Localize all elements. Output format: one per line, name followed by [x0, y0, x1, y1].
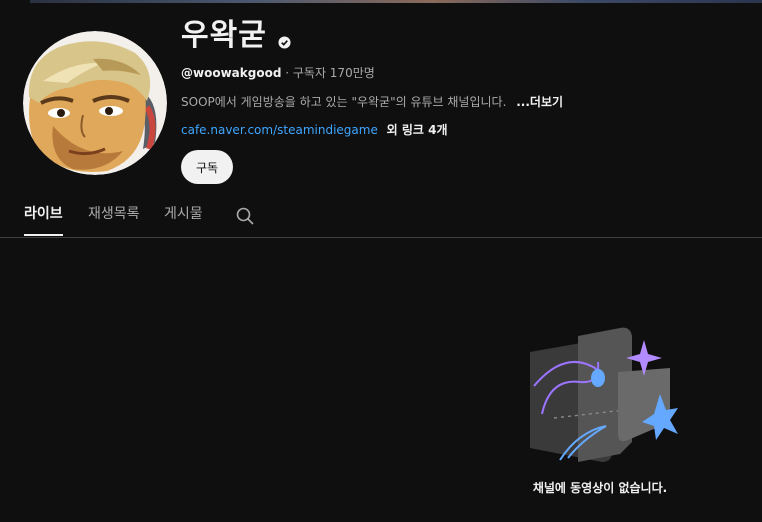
verified-check-icon: [278, 36, 291, 49]
tab-live[interactable]: 라이브: [24, 195, 63, 236]
channel-name: 우왁굳: [181, 18, 267, 53]
channel-tabs: 라이브 재생목록 게시물: [0, 195, 762, 238]
channel-avatar[interactable]: [23, 31, 167, 175]
more-link[interactable]: ...더보기: [516, 95, 563, 109]
subscribe-button[interactable]: 구독: [181, 150, 233, 184]
tab-playlists[interactable]: 재생목록: [88, 195, 140, 236]
channel-banner: [30, 0, 762, 3]
empty-channel-illustration: [530, 327, 678, 462]
channel-handle: @woowakgood: [181, 66, 282, 80]
tab-posts[interactable]: 게시물: [164, 195, 203, 236]
channel-meta: @woowakgood · 구독자 170만명: [181, 65, 375, 81]
more-links-button[interactable]: 외 링크 4개: [387, 123, 448, 137]
avatar-image: [23, 31, 167, 175]
empty-state-message: 채널에 동영상이 없습니다.: [532, 481, 668, 495]
channel-description: SOOP에서 게임방송을 하고 있는 "우왁굳"의 유튜브 채널입니다. ...…: [181, 94, 563, 110]
search-icon[interactable]: [235, 206, 255, 226]
subscriber-count: · 구독자 170만명: [285, 66, 375, 80]
channel-links: cafe.naver.com/steamindiegame 외 링크 4개: [181, 122, 448, 138]
description-text: SOOP에서 게임방송을 하고 있는 "우왁굳"의 유튜브 채널입니다.: [181, 95, 507, 109]
cafe-link[interactable]: cafe.naver.com/steamindiegame: [181, 123, 378, 137]
